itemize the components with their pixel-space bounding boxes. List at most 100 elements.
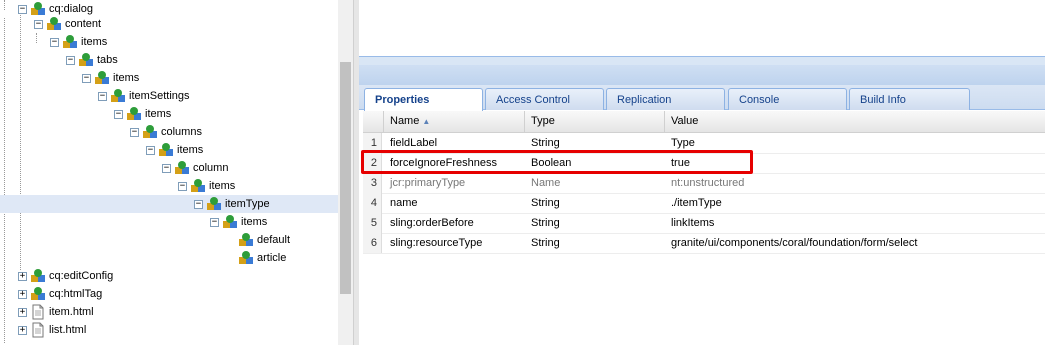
tree-node-label: content [65,18,102,30]
tree-node-label: article [257,252,287,264]
tree-line [20,15,21,270]
editor-area [359,0,1045,57]
tree-node-column[interactable]: − column [162,159,228,177]
table-row[interactable]: 3 jcr:primaryType Name nt:unstructured [363,173,1045,194]
tree-node-label: column [193,162,229,174]
tree-line [4,18,5,343]
tree-node-content[interactable]: − content [34,15,101,33]
collapse-toggle-icon[interactable]: − [114,109,123,119]
table-row[interactable]: 6 sling:resourceType String granite/ui/c… [363,233,1045,254]
repository-tree: − cq:dialog − content − items − tabs − i… [0,0,338,345]
collapse-toggle-icon[interactable]: − [210,217,219,227]
node-icon [239,251,253,264]
node-icon [47,17,61,30]
table-row[interactable]: 4 name String ./itemType [363,193,1045,214]
row-number: 4 [363,193,382,213]
file-icon [32,304,44,320]
tree-node-item-settings[interactable]: − itemSettings [98,87,190,105]
tree-node-label: cq:editConfig [49,270,114,282]
collapse-toggle-icon[interactable]: − [130,127,139,137]
tab-access-control[interactable]: Access Control [485,88,604,110]
tree-node-label: list.html [49,324,87,336]
collapse-toggle-icon[interactable]: − [34,19,43,29]
tree-node-columns[interactable]: − columns [130,123,202,141]
tree-node-items[interactable]: − items [178,177,235,195]
tree-node-label: items [81,36,108,48]
row-number: 3 [363,173,382,193]
collapse-toggle-icon[interactable]: − [82,73,91,83]
collapse-toggle-icon[interactable]: − [18,4,27,14]
row-number: 5 [363,213,382,233]
tree-node-cq-edit-config[interactable]: + cq:editConfig [18,267,113,285]
tree-node-label: itemType [225,198,270,210]
tree-scrollbar[interactable] [338,0,353,345]
node-icon [159,143,173,156]
tree-node-item-type[interactable]: − itemType [0,195,338,213]
collapse-toggle-icon[interactable]: − [178,181,187,191]
tree-line [36,33,37,43]
expand-toggle-icon[interactable]: + [18,307,27,317]
tree-node-article[interactable]: article [226,249,286,267]
panel-header [359,57,1045,65]
tree-node-default[interactable]: default [226,231,290,249]
node-icon [95,71,109,84]
tree-node-items[interactable]: − items [210,213,267,231]
tree-node-items[interactable]: − items [50,33,107,51]
property-name: jcr:primaryType [390,177,466,189]
tree-node-label: items [209,180,236,192]
node-icon [63,35,77,48]
file-icon [32,322,44,338]
column-header-name[interactable]: Name ▲ [384,111,525,132]
tree-node-list-html[interactable]: + list.html [18,321,86,339]
tree-node-cq-html-tag[interactable]: + cq:htmlTag [18,285,102,303]
tab-console[interactable]: Console [728,88,847,110]
node-icon [79,53,93,66]
tab-replication[interactable]: Replication [606,88,725,110]
tree-node-label: items [113,72,140,84]
column-header-type[interactable]: Type [525,111,665,132]
highlight-annotation-box [361,150,753,174]
table-row[interactable]: 5 sling:orderBefore String linkItems [363,213,1045,234]
expand-toggle-icon[interactable]: + [18,325,27,335]
node-icon [223,215,237,228]
collapse-toggle-icon[interactable]: − [162,163,171,173]
tree-node-label: itemSettings [129,90,190,102]
collapse-toggle-icon[interactable]: − [194,199,203,209]
tree-node-item-html[interactable]: + item.html [18,303,94,321]
tree-node-items[interactable]: − items [114,105,171,123]
property-value[interactable]: granite/ui/components/coral/foundation/f… [665,233,1045,253]
property-value[interactable]: linkItems [665,213,1045,233]
property-type: String [531,197,560,209]
sort-ascending-icon: ▲ [422,117,431,126]
property-name: name [390,197,418,209]
column-header-value[interactable]: Value [665,111,1045,132]
scrollbar-thumb[interactable] [340,62,351,294]
tree-node-label: cq:htmlTag [49,288,103,300]
tab-strip: Properties Access Control Replication Co… [359,85,1045,111]
properties-grid: Name ▲ Type Value 1 fieldLabel String Typ… [363,111,1045,345]
tree-node-label: columns [161,126,202,138]
collapse-toggle-icon[interactable]: − [146,145,155,155]
node-icon [31,287,45,300]
tree-line [4,0,5,10]
node-icon [111,89,125,102]
tree-node-tabs[interactable]: − tabs [66,51,118,69]
node-icon [175,161,189,174]
collapse-toggle-icon[interactable]: − [66,55,75,65]
collapse-toggle-icon[interactable]: − [50,37,59,47]
expand-toggle-icon[interactable]: + [18,289,27,299]
property-value: nt:unstructured [671,177,745,189]
property-value[interactable]: ./itemType [665,193,1045,213]
node-icon [31,2,45,15]
tab-build-info[interactable]: Build Info [849,88,970,110]
property-name: sling:resourceType [390,237,483,249]
tree-node-items[interactable]: − items [146,141,203,159]
tab-properties[interactable]: Properties [364,88,483,111]
tree-node-items[interactable]: − items [82,69,139,87]
expand-toggle-icon[interactable]: + [18,271,27,281]
node-icon [143,125,157,138]
row-number: 6 [363,233,382,253]
collapse-toggle-icon[interactable]: − [98,91,107,101]
tree-node-label: tabs [97,54,118,66]
grid-header: Name ▲ Type Value [363,111,1045,133]
